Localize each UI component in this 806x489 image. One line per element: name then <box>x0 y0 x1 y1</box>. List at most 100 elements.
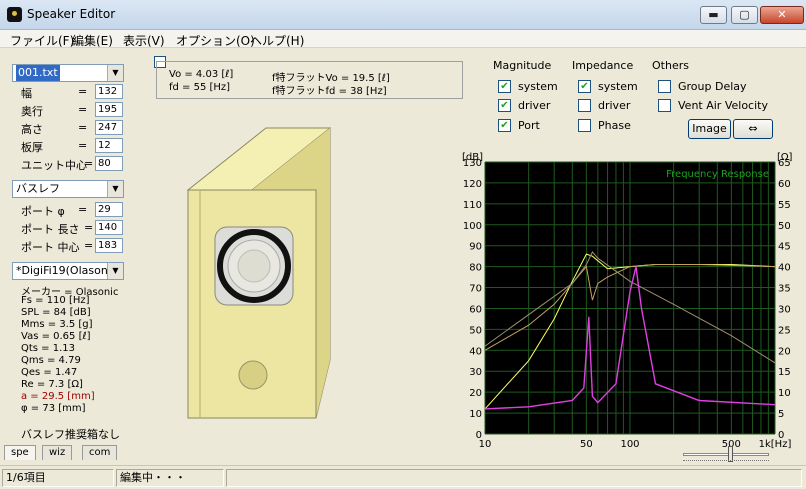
magnitude-port-label: Port <box>518 119 540 132</box>
thickness-label: 板厚 <box>21 141 43 154</box>
left-tick-label: 120 <box>463 179 482 190</box>
right-tick-label: 50 <box>778 221 791 232</box>
height-label: 高さ <box>21 123 43 136</box>
left-tick-label: 40 <box>469 346 482 357</box>
depth-label: 奥行 <box>21 105 43 118</box>
magnitude-port-checkbox[interactable]: ✔ <box>498 119 511 132</box>
tab-com[interactable]: com <box>82 445 118 460</box>
tab-spe[interactable]: spe <box>4 445 36 460</box>
magnitude-system-checkbox[interactable]: ✔ <box>498 80 511 93</box>
impedance-phase-label: Phase <box>598 119 631 132</box>
unit-center-input[interactable]: 80 <box>95 156 123 171</box>
impedance-phase-checkbox[interactable] <box>578 119 591 132</box>
spec-spl: SPL = 84 [dB] <box>21 307 91 318</box>
spec-fs: Fs = 110 [Hz] <box>21 295 90 306</box>
spec-re: Re = 7.3 [Ω] <box>21 379 83 390</box>
equals-sign: = <box>78 121 88 134</box>
status-items: 1/6項目 <box>2 469 114 487</box>
spec-mms: Mms = 3.5 [g] <box>21 319 93 330</box>
status-mode: 編集中・・・ <box>116 469 224 487</box>
group-delay-label: Group Delay <box>678 80 747 93</box>
chart-title: Frequency Response <box>666 169 769 180</box>
spec-a: a = 29.5 [mm] <box>21 391 95 402</box>
port-hole <box>238 360 268 390</box>
menu-file[interactable]: ファイル(F) <box>10 32 74 49</box>
left-tick-label: 110 <box>463 200 482 211</box>
magnitude-driver-checkbox[interactable]: ✔ <box>498 99 511 112</box>
vent-velocity-label: Vent Air Velocity <box>678 99 768 112</box>
left-tick-label: 100 <box>463 221 482 232</box>
frequency-response-chart: 130 120 110 100 90 80 70 60 50 40 30 20 10 0 65 60 55 50 4… <box>460 150 806 450</box>
left-tick-label: 30 <box>469 367 482 378</box>
vent-velocity-checkbox[interactable] <box>658 99 671 112</box>
status-bar: 1/6項目 編集中・・・ <box>0 465 806 489</box>
equals-sign: = <box>78 85 88 98</box>
swap-button[interactable]: ⇔ <box>733 119 773 139</box>
image-button[interactable]: Image <box>688 119 731 139</box>
menu-help[interactable]: ヘルプ(H) <box>250 32 304 49</box>
port-length-label: ポート 長さ <box>21 223 80 236</box>
depth-input[interactable]: 195 <box>95 102 123 117</box>
right-tick-label: 30 <box>778 304 791 315</box>
magnitude-driver-label: driver <box>518 99 551 112</box>
menu-options[interactable]: オプション(O) <box>176 32 255 49</box>
equals-sign: = <box>78 139 88 152</box>
height-input[interactable]: 247 <box>95 120 123 135</box>
status-empty <box>226 469 802 487</box>
port-center-input[interactable]: 183 <box>95 238 123 253</box>
group-delay-checkbox[interactable] <box>658 80 671 93</box>
impedance-driver-checkbox[interactable] <box>578 99 591 112</box>
vo-value: Vo = 4.03 [ℓ] <box>169 69 234 80</box>
menu-bar: ファイル(F) 編集(E) 表示(V) オプション(O) ヘルプ(H) <box>0 30 806 48</box>
left-tick-label: 70 <box>469 284 482 295</box>
spec-qes: Qes = 1.47 <box>21 367 78 378</box>
thickness-input[interactable]: 12 <box>95 138 123 153</box>
file-select[interactable]: 001.txt ▼ <box>12 64 124 82</box>
left-unit-label: [dB] <box>462 152 483 163</box>
driver-dustcap <box>237 249 271 283</box>
close-button[interactable]: ✕ <box>760 6 804 24</box>
chevron-down-icon: ▼ <box>107 181 123 197</box>
file-select-value: 001.txt <box>16 65 60 81</box>
port-length-input[interactable]: 140 <box>95 220 123 235</box>
fd-value: fd = 55 [Hz] <box>169 82 231 93</box>
impedance-system-checkbox[interactable]: ✔ <box>578 80 591 93</box>
impedance-driver-label: driver <box>598 99 631 112</box>
menu-edit[interactable]: 編集(E) <box>72 32 113 49</box>
maximize-button[interactable]: ▢ <box>731 6 758 24</box>
right-tick-label: 60 <box>778 179 791 190</box>
port-diameter-input[interactable]: 29 <box>95 202 123 217</box>
chevron-down-icon: ▼ <box>107 65 123 81</box>
tab-wiz[interactable]: wiz <box>42 445 73 460</box>
chevron-down-icon: ▼ <box>107 263 123 279</box>
magnitude-title: Magnitude <box>493 59 552 72</box>
equals-sign: = <box>84 157 94 170</box>
right-tick-label: 55 <box>778 200 791 211</box>
slider-ticks <box>683 460 769 463</box>
magnitude-system-label: system <box>518 80 558 93</box>
width-input[interactable]: 132 <box>95 84 123 99</box>
right-tick-label: 40 <box>778 263 791 274</box>
spec-phi: φ = 73 [mm] <box>21 403 86 414</box>
enclosure-type-value: バスレフ <box>16 182 60 195</box>
spec-qms: Qms = 4.79 <box>21 355 81 366</box>
menu-view[interactable]: 表示(V) <box>123 32 165 49</box>
driver-select[interactable]: *DigiFi19(Olasonic ▼ <box>12 262 124 280</box>
zoom-slider-track[interactable] <box>683 453 769 456</box>
chart-svg: 1301201101009080706050403020100656055504… <box>462 152 793 450</box>
spec-qts: Qts = 1.13 <box>21 343 76 354</box>
equals-sign: = <box>84 221 94 234</box>
x-tick-label: 1k[Hz] <box>759 439 792 450</box>
minimize-button[interactable]: ▬ <box>700 6 727 24</box>
driver-select-value: *DigiFi19(Olasonic <box>16 264 117 277</box>
right-tick-label: 45 <box>778 242 791 253</box>
enclosure-preview <box>186 127 332 419</box>
equals-sign: = <box>78 203 88 216</box>
x-tick-label: 100 <box>620 439 639 450</box>
x-tick-label: 10 <box>479 439 492 450</box>
title-bar: Speaker Editor ▬ ▢ ✕ <box>0 0 806 30</box>
right-tick-label: 15 <box>778 367 791 378</box>
enclosure-type-select[interactable]: バスレフ ▼ <box>12 180 124 198</box>
left-tick-label: 90 <box>469 242 482 253</box>
width-label: 幅 <box>21 87 32 100</box>
